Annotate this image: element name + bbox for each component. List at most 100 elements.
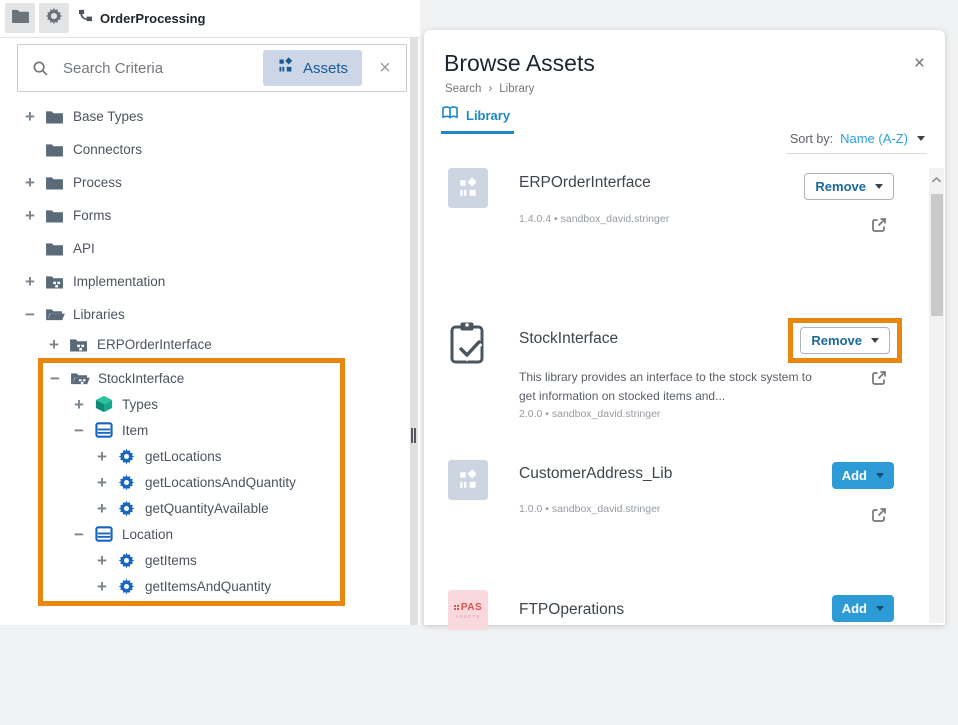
remove-button[interactable]: Remove (800, 327, 890, 354)
tree-item-label: Libraries (73, 307, 125, 322)
add-button[interactable]: Add (832, 462, 894, 489)
tree-item-connectors[interactable]: Connectors (0, 133, 410, 166)
tree-item-getquantityavailable[interactable]: + getQuantityAvailable (43, 495, 340, 521)
chevron-down-icon (875, 184, 883, 189)
collapse-icon[interactable]: − (71, 422, 87, 439)
tree-item-api[interactable]: API (0, 232, 410, 265)
close-icon[interactable]: × (914, 54, 925, 73)
external-link-icon[interactable] (870, 506, 888, 524)
app-window: OrderProcessing Assets × + Base Types Co… (0, 0, 958, 625)
expand-icon[interactable]: + (22, 273, 38, 290)
document-tab[interactable]: OrderProcessing (78, 0, 206, 36)
asset-card-customeraddress-lib: CustomerAddress_Lib 1.0.0 • sandbox_davi… (424, 450, 928, 590)
folder-tool-button[interactable] (5, 3, 35, 33)
expand-icon[interactable]: + (94, 578, 110, 595)
tree-item-types[interactable]: + Types (43, 391, 340, 417)
expand-icon[interactable]: + (94, 500, 110, 517)
sort-control: Sort by: Name (A-Z) (786, 131, 927, 154)
tab-library[interactable]: Library (441, 105, 514, 134)
breadcrumb-item-search[interactable]: Search (445, 83, 481, 95)
tree-item-libraries[interactable]: − Libraries (0, 298, 410, 331)
scrollbar-thumb[interactable] (931, 194, 943, 316)
asset-name: CustomerAddress_Lib (519, 465, 672, 483)
clipboard-check-icon (448, 323, 488, 363)
expand-icon[interactable]: + (94, 448, 110, 465)
expand-icon[interactable]: + (22, 108, 38, 125)
page-title: Browse Assets (444, 50, 595, 77)
chevron-down-icon (876, 606, 884, 611)
assets-icon (277, 57, 294, 79)
collapse-icon[interactable]: − (22, 306, 38, 323)
operation-gear-icon (116, 448, 137, 465)
tree-item-label: API (73, 241, 95, 256)
search-input[interactable] (61, 59, 263, 78)
breadcrumb-item-library[interactable]: Library (499, 83, 534, 95)
asset-description: This library provides an interface to th… (519, 368, 815, 406)
tree-item-getitems[interactable]: + getItems (43, 547, 340, 573)
browse-assets-panel: Browse Assets × Search › Library Library… (424, 30, 945, 625)
tree-item-location[interactable]: − Location (43, 521, 340, 547)
clear-search-icon[interactable]: × (364, 58, 406, 78)
tree-item-getitemsandquantity[interactable]: + getItemsAndQuantity (43, 573, 340, 599)
sort-value[interactable]: Name (A-Z) (840, 131, 908, 146)
tree-item-getlocationsandquantity[interactable]: + getLocationsAndQuantity (43, 469, 340, 495)
external-link-icon[interactable] (870, 216, 888, 234)
pane-splitter[interactable] (410, 37, 418, 625)
scroll-up-icon[interactable] (929, 176, 944, 184)
tree-item-erporderinterface[interactable]: + ERPOrderInterface (0, 331, 410, 358)
collapse-icon[interactable]: − (71, 526, 87, 543)
expand-icon[interactable]: + (22, 207, 38, 224)
external-link-icon[interactable] (870, 369, 888, 387)
assets-filter-chip[interactable]: Assets (263, 50, 362, 86)
gear-icon (45, 7, 63, 30)
tree-item-label: StockInterface (98, 371, 184, 386)
tree-item-label: Base Types (73, 109, 143, 124)
tree-item-stockinterface[interactable]: − StockInterface (43, 365, 340, 391)
chevron-down-icon[interactable] (917, 136, 925, 141)
expand-icon[interactable]: + (22, 174, 38, 191)
scrollbar[interactable] (929, 168, 944, 623)
types-cube-icon (93, 395, 114, 413)
explorer-topbar: OrderProcessing (0, 0, 420, 38)
data-object-icon (93, 422, 114, 438)
operation-gear-icon (116, 552, 137, 569)
breadcrumb-separator: › (488, 83, 492, 95)
open-library-icon (69, 371, 90, 386)
asset-meta: 1.4.0.4 • sandbox_david.stringer (519, 213, 669, 225)
expand-icon[interactable]: + (94, 552, 110, 569)
tree-item-getlocations[interactable]: + getLocations (43, 443, 340, 469)
folder-icon (44, 175, 65, 190)
splitter-grip-icon[interactable] (411, 428, 416, 443)
tree-item-label: Connectors (73, 142, 142, 157)
tree-item-label: Implementation (73, 274, 165, 289)
operation-gear-icon (116, 474, 137, 491)
remove-button[interactable]: Remove (804, 173, 894, 200)
folder-icon (11, 8, 30, 28)
expand-icon[interactable]: + (46, 336, 62, 353)
asset-card-erporderinterface: ERPOrderInterface 1.4.0.4 • sandbox_davi… (424, 165, 928, 305)
chevron-down-icon (871, 338, 879, 343)
asset-name: ERPOrderInterface (519, 174, 651, 192)
open-folder-icon (44, 307, 65, 322)
tree-item-implementation[interactable]: + Implementation (0, 265, 410, 298)
collapse-icon[interactable]: − (47, 370, 63, 387)
explorer-pane: OrderProcessing Assets × + Base Types Co… (0, 0, 420, 625)
tree-item-item[interactable]: − Item (43, 417, 340, 443)
tree-item-forms[interactable]: + Forms (0, 199, 410, 232)
expand-icon[interactable]: + (94, 474, 110, 491)
book-icon (441, 105, 459, 125)
tree-item-process[interactable]: + Process (0, 166, 410, 199)
library-icon (68, 337, 89, 352)
tree-item-label: Location (122, 527, 173, 542)
tree-item-label: ERPOrderInterface (97, 337, 212, 352)
tree-item-label: getQuantityAvailable (145, 501, 269, 516)
tab-library-label: Library (466, 108, 510, 123)
expand-icon[interactable]: + (71, 396, 87, 413)
tree-item-base-types[interactable]: + Base Types (0, 100, 410, 133)
document-title: OrderProcessing (100, 11, 206, 26)
asset-action: Add (832, 462, 894, 489)
add-button[interactable]: Add (832, 595, 894, 622)
settings-tool-button[interactable] (39, 3, 69, 33)
asset-tile-icon (448, 168, 488, 208)
tree-item-label: getItems (145, 553, 197, 568)
